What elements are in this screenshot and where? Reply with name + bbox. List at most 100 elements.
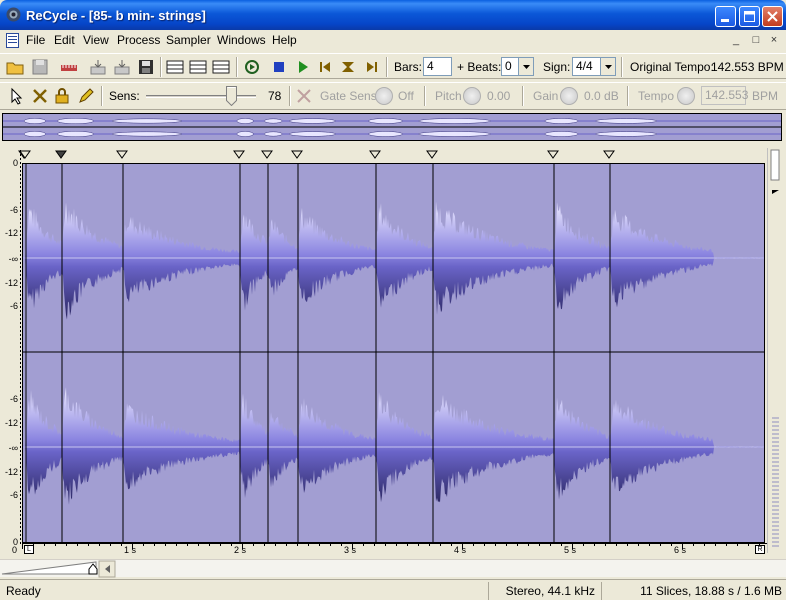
overview-blob bbox=[264, 118, 283, 124]
slice-marker bbox=[233, 150, 245, 159]
close-icon bbox=[767, 11, 778, 22]
waveform-overview[interactable] bbox=[2, 113, 782, 141]
overview-blob bbox=[368, 131, 403, 137]
pitch-knob[interactable] bbox=[463, 87, 481, 105]
bars-input[interactable]: 4 bbox=[423, 57, 452, 76]
recycle-app-icon[interactable] bbox=[5, 6, 22, 23]
status-bar: Ready Stereo, 44.1 kHz 11 Slices, 18.88 … bbox=[0, 579, 786, 600]
overview-blob bbox=[289, 118, 336, 124]
title-bar: ReCycle - [85- b min- strings] bbox=[0, 0, 786, 30]
left-locator[interactable]: L bbox=[24, 545, 34, 554]
sign-label: Sign: bbox=[543, 60, 571, 74]
ruler-icon[interactable] bbox=[60, 58, 78, 76]
slice-marker bbox=[116, 150, 128, 159]
disk-icon[interactable] bbox=[137, 58, 155, 76]
pitch-label: Pitch bbox=[435, 89, 462, 103]
status-info: 11 Slices, 18.88 s / 1.6 MB bbox=[601, 582, 786, 600]
slice-marker bbox=[291, 150, 303, 159]
gate-sens-value: Off bbox=[398, 89, 414, 103]
document-icon[interactable] bbox=[6, 33, 19, 48]
toolbar-separator bbox=[424, 86, 426, 106]
menu-sampler[interactable]: Sampler bbox=[166, 33, 211, 47]
horizontal-scrollbar[interactable] bbox=[0, 559, 786, 578]
save-icon[interactable] bbox=[31, 58, 49, 76]
stop-icon[interactable] bbox=[270, 58, 288, 76]
overview-blob bbox=[418, 118, 491, 124]
slice-marker bbox=[603, 150, 615, 159]
scissors-icon[interactable] bbox=[31, 87, 49, 105]
db-label: -12 bbox=[4, 278, 18, 288]
waveform-channel bbox=[23, 387, 764, 505]
gate-sens-knob[interactable] bbox=[375, 87, 393, 105]
db-label: -12 bbox=[4, 228, 18, 238]
db-label: -12 bbox=[4, 467, 18, 477]
menu-bar: File Edit View Process Sampler Windows H… bbox=[0, 30, 786, 51]
time-label: 5 s bbox=[564, 545, 577, 555]
window-title: ReCycle - [85- b min- strings] bbox=[26, 8, 206, 23]
time-label: 0 bbox=[12, 545, 18, 555]
slice-marker bbox=[369, 150, 381, 159]
skip-back-icon[interactable] bbox=[316, 58, 334, 76]
db-label: -∞ bbox=[8, 254, 18, 264]
tempo-input[interactable]: 142.553 bbox=[701, 86, 748, 105]
sens-slider-track[interactable] bbox=[146, 95, 256, 98]
time-label: 4 s bbox=[454, 545, 467, 555]
right-locator[interactable]: R bbox=[755, 545, 765, 554]
slice-marker bbox=[261, 150, 273, 159]
slice-marker bbox=[55, 150, 67, 159]
overview-blob bbox=[236, 131, 254, 137]
horizontal-zoom-control[interactable] bbox=[0, 560, 120, 578]
waveform-display[interactable] bbox=[22, 163, 765, 543]
play-icon[interactable] bbox=[294, 58, 312, 76]
close-button[interactable] bbox=[762, 6, 783, 27]
skip-forward-icon[interactable] bbox=[363, 58, 381, 76]
sens-slider-thumb[interactable] bbox=[226, 86, 237, 106]
export-alt-icon[interactable] bbox=[113, 58, 131, 76]
pointer-icon[interactable] bbox=[8, 87, 26, 105]
gain-label: Gain bbox=[533, 89, 559, 103]
mdi-close-button[interactable]: × bbox=[767, 34, 781, 47]
lock-icon[interactable] bbox=[53, 87, 71, 105]
list-view2-icon[interactable] bbox=[189, 58, 207, 76]
open-folder-icon[interactable] bbox=[6, 58, 24, 76]
pencil-icon[interactable] bbox=[77, 87, 95, 105]
bars-label: Bars: bbox=[394, 60, 423, 74]
mdi-minimize-button[interactable]: _ bbox=[729, 34, 743, 47]
overview-blob bbox=[368, 118, 403, 124]
menu-view[interactable]: View bbox=[83, 33, 109, 47]
slice-marker bbox=[547, 150, 559, 159]
minimize-icon bbox=[721, 19, 729, 22]
list-view3-icon[interactable] bbox=[212, 58, 230, 76]
menu-edit[interactable]: Edit bbox=[54, 33, 75, 47]
pitch-value: 0.00 bbox=[487, 89, 511, 103]
toolbar-separator bbox=[236, 57, 238, 77]
loop-play-icon[interactable] bbox=[243, 58, 261, 76]
menu-windows[interactable]: Windows bbox=[217, 33, 266, 47]
slice-marker-row[interactable] bbox=[0, 150, 786, 163]
mdi-restore-button[interactable]: □ bbox=[749, 34, 763, 47]
toolbar-separator bbox=[289, 86, 291, 106]
maximize-button[interactable] bbox=[739, 6, 760, 27]
toolbar-separator bbox=[621, 57, 623, 77]
export-icon[interactable] bbox=[89, 58, 107, 76]
gain-knob[interactable] bbox=[560, 87, 578, 105]
sign-dropdown-button[interactable] bbox=[600, 58, 615, 75]
toolbar-separator bbox=[522, 86, 524, 106]
eject-icon[interactable] bbox=[339, 58, 357, 76]
menu-process[interactable]: Process bbox=[117, 33, 160, 47]
overview-blob bbox=[111, 118, 182, 124]
waveform-channel bbox=[23, 201, 764, 320]
menu-help[interactable]: Help bbox=[272, 33, 297, 47]
db-label: -6 bbox=[9, 490, 18, 500]
menu-file[interactable]: File bbox=[26, 33, 45, 47]
tempo-knob[interactable] bbox=[677, 87, 695, 105]
minimize-button[interactable] bbox=[715, 6, 736, 27]
overview-blob bbox=[595, 131, 658, 137]
overview-blob bbox=[57, 118, 94, 124]
gate-icon[interactable] bbox=[295, 87, 313, 105]
vertical-zoom-bar[interactable] bbox=[767, 148, 782, 553]
toolbar-separator bbox=[160, 57, 162, 77]
beats-label: + Beats: bbox=[457, 60, 502, 74]
list-view-icon[interactable] bbox=[166, 58, 184, 76]
beats-dropdown-button[interactable] bbox=[518, 58, 533, 75]
